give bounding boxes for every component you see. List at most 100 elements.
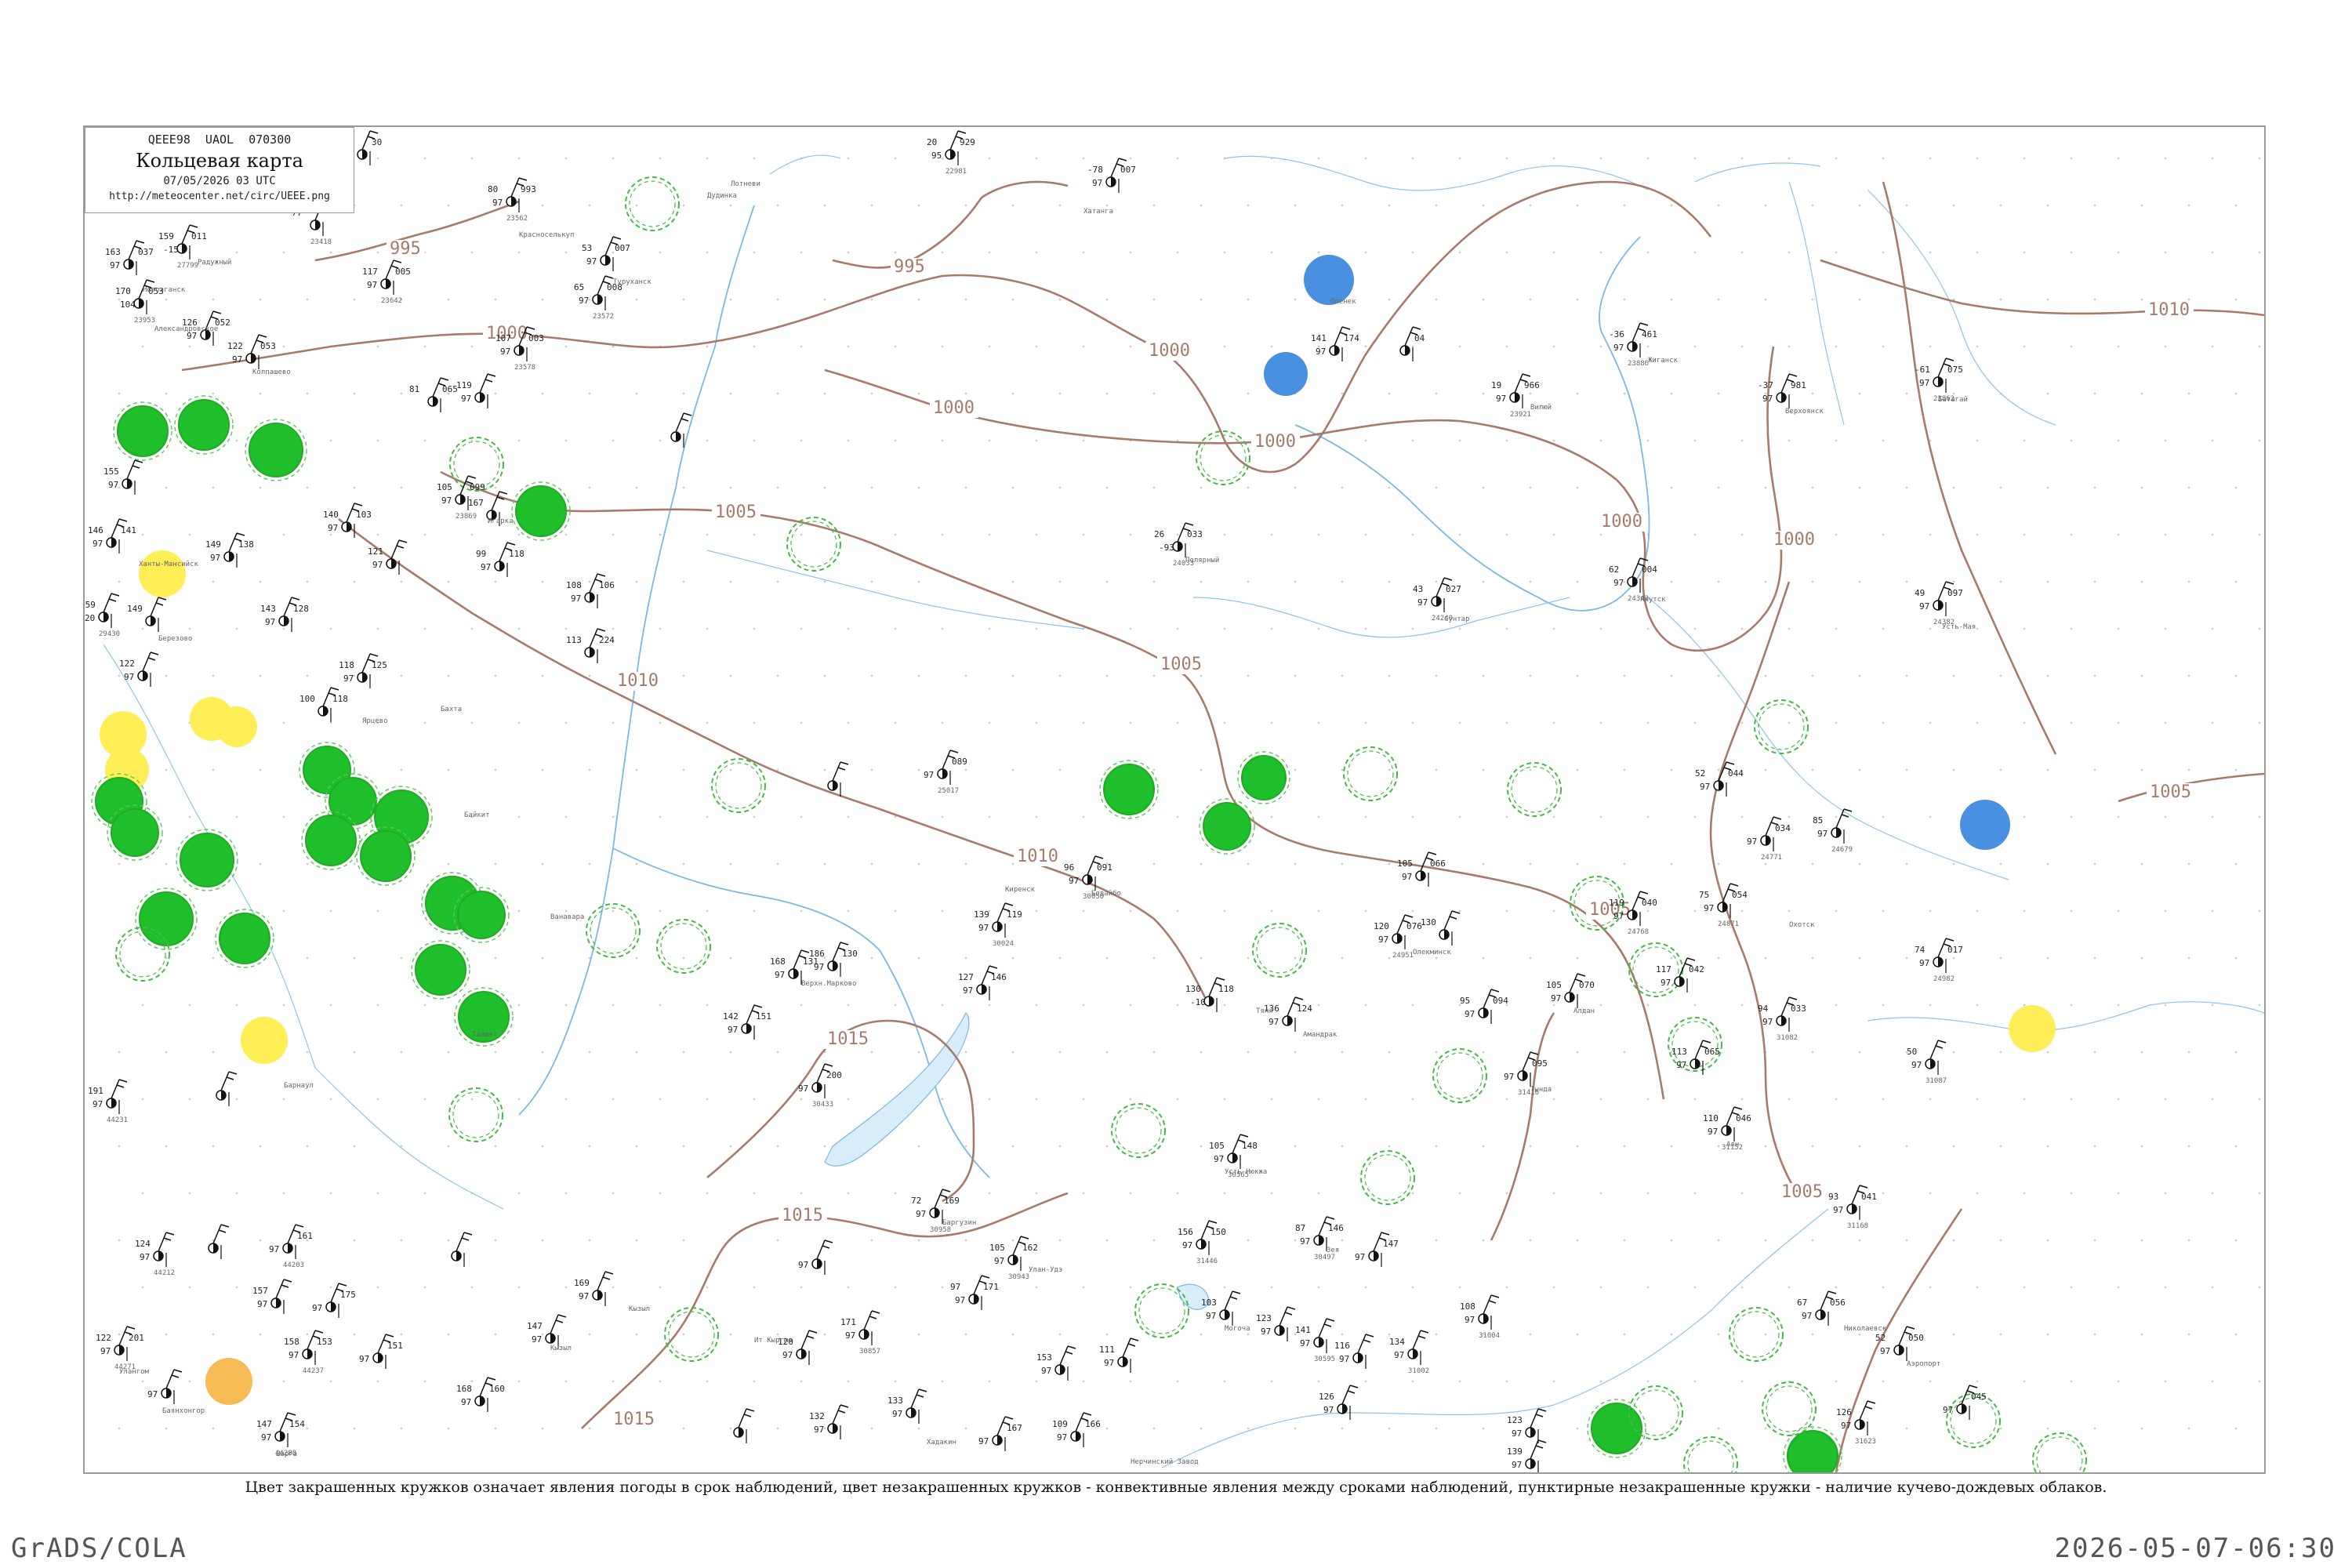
station-plot[interactable]: 105 1629730943 bbox=[989, 1236, 1038, 1281]
station-plot[interactable]: 13997 bbox=[1507, 1439, 1547, 1472]
station-plot[interactable]: 1419730595 bbox=[1295, 1318, 1335, 1363]
cb-cloud-ring[interactable] bbox=[656, 919, 711, 974]
station-plot[interactable]: 130 bbox=[1421, 910, 1461, 946]
rain-fill-circle[interactable] bbox=[1103, 764, 1155, 815]
station-plot[interactable]: 0349724771 bbox=[1747, 816, 1791, 862]
station-plot[interactable]: 93 0419731168 bbox=[1828, 1185, 1877, 1230]
station-plot[interactable]: 72 1699730958 bbox=[911, 1189, 960, 1234]
station-plot[interactable]: 509731087 bbox=[1907, 1040, 1947, 1085]
station-plot[interactable]: 15797 bbox=[252, 1279, 292, 1314]
station-plot[interactable]: 113 224 bbox=[566, 628, 615, 663]
station-plot[interactable]: 105 07097 bbox=[1546, 973, 1595, 1008]
station-plot[interactable]: 139 1199730024 bbox=[974, 902, 1022, 948]
station-plot[interactable]: 15197 bbox=[359, 1334, 403, 1369]
station-plot[interactable]: 1919744231 bbox=[88, 1079, 128, 1124]
cb-cloud-ring[interactable] bbox=[1111, 1103, 1166, 1158]
rain-fill-circle[interactable] bbox=[305, 815, 357, 866]
fog-fill-circle[interactable] bbox=[241, 1017, 288, 1064]
cb-cloud-ring[interactable] bbox=[711, 758, 766, 813]
station-plot[interactable]: 156 1509731446 bbox=[1178, 1220, 1226, 1265]
cb-cloud-ring[interactable] bbox=[664, 1307, 719, 1362]
rain-fill-circle[interactable] bbox=[1203, 802, 1251, 851]
station-plot[interactable]: 1249744212 bbox=[135, 1232, 175, 1277]
station-plot[interactable]: 13397 bbox=[887, 1388, 927, 1424]
cb-cloud-ring[interactable] bbox=[1729, 1307, 1784, 1362]
haze-fill-circle[interactable] bbox=[205, 1358, 252, 1405]
station-plot[interactable]: 04 bbox=[1399, 326, 1425, 361]
station-plot[interactable]: 1349731002 bbox=[1389, 1330, 1429, 1375]
station-plot[interactable]: 1592029430 bbox=[85, 593, 120, 638]
cb-cloud-ring[interactable] bbox=[1252, 923, 1307, 978]
station-plot[interactable]: 12697 bbox=[1319, 1385, 1359, 1420]
station-plot[interactable]: 163 03797 bbox=[105, 240, 154, 275]
cb-cloud-ring[interactable] bbox=[1946, 1393, 2001, 1448]
station-plot[interactable]: 11997 bbox=[456, 373, 496, 408]
rain-fill-circle[interactable] bbox=[178, 399, 230, 451]
station-plot[interactable]: 113 06597 bbox=[1671, 1040, 1720, 1075]
rain-fill-circle[interactable] bbox=[111, 808, 159, 857]
station-plot[interactable]: 141 17497 bbox=[1311, 326, 1359, 361]
station-plot[interactable]: 142 15197 bbox=[723, 1004, 771, 1040]
station-plot[interactable]: 15397 bbox=[1036, 1345, 1076, 1381]
station-plot[interactable]: 859724679 bbox=[1813, 808, 1853, 854]
station-plot[interactable]: 149 13897 bbox=[205, 532, 254, 568]
station-plot[interactable]: 95 09497 bbox=[1460, 989, 1508, 1024]
station-plot[interactable]: 158 1539744237 bbox=[284, 1330, 332, 1375]
station-plot[interactable] bbox=[827, 761, 849, 797]
station-plot[interactable]: 122 05397 bbox=[227, 334, 276, 369]
station-plot[interactable]: 97 bbox=[147, 1369, 183, 1404]
station-plot[interactable]: 2009730433 bbox=[798, 1063, 842, 1109]
station-plot[interactable] bbox=[208, 1224, 230, 1259]
station-plot[interactable] bbox=[216, 1071, 238, 1106]
fog-fill-circle[interactable] bbox=[2009, 1005, 2056, 1052]
station-plot[interactable]: 12297 bbox=[119, 652, 159, 687]
station-plot[interactable]: 16797 bbox=[978, 1416, 1022, 1451]
rain-fill-circle[interactable] bbox=[1787, 1430, 1838, 1472]
station-plot[interactable]: 12097 bbox=[778, 1330, 818, 1365]
station-plot[interactable]: 118 12597 bbox=[339, 653, 387, 688]
station-plot[interactable]: 117 0059723642 bbox=[362, 260, 411, 305]
station-plot[interactable]: 146 14197 bbox=[88, 518, 136, 554]
station-plot[interactable]: 108 10697 bbox=[566, 573, 615, 608]
station-plot[interactable]: 11197 bbox=[1099, 1338, 1139, 1373]
station-plot[interactable]: 53 00797 bbox=[582, 236, 630, 271]
station-plot[interactable] bbox=[733, 1408, 755, 1443]
station-plot[interactable]: 1089731004 bbox=[1460, 1294, 1500, 1340]
rain-fill-circle[interactable] bbox=[139, 891, 194, 946]
station-plot[interactable]: 12397 bbox=[1256, 1306, 1296, 1341]
station-plot[interactable]: 16997 bbox=[574, 1271, 614, 1306]
rain-fill-circle[interactable] bbox=[249, 423, 303, 477]
station-plot[interactable]: 1619744203 bbox=[269, 1224, 313, 1269]
station-plot[interactable]: 67 05697 bbox=[1797, 1290, 1846, 1326]
cb-cloud-ring[interactable] bbox=[2032, 1432, 2087, 1472]
station-plot[interactable]: 100 118 bbox=[299, 687, 348, 722]
station-plot[interactable]: 13297 bbox=[809, 1404, 849, 1439]
station-plot[interactable]: 15597 bbox=[103, 459, 143, 495]
station-plot[interactable]: 17597 bbox=[312, 1283, 356, 1318]
snow-fill-circle[interactable] bbox=[1960, 800, 2010, 850]
rain-fill-circle[interactable] bbox=[219, 913, 270, 964]
station-plot[interactable]: 143 12897 bbox=[260, 597, 309, 632]
station-plot[interactable]: 1269731623 bbox=[1836, 1400, 1876, 1446]
weather-map[interactable]: 9959951000100010001000100010001005100510… bbox=[85, 127, 2264, 1472]
station-plot[interactable]: 49 0979724382 bbox=[1915, 581, 1963, 626]
cb-cloud-ring[interactable] bbox=[1343, 746, 1398, 801]
station-plot[interactable]: -78 00797 bbox=[1087, 158, 1136, 193]
station-plot[interactable]: 97 17197 bbox=[950, 1275, 999, 1310]
cb-cloud-ring[interactable] bbox=[1432, 1048, 1487, 1103]
cb-cloud-ring[interactable] bbox=[448, 1087, 503, 1142]
station-plot[interactable]: 0899725017 bbox=[924, 750, 967, 795]
station-plot[interactable]: 74 0179724982 bbox=[1915, 938, 1963, 983]
station-plot[interactable]: 109 16697 bbox=[1052, 1412, 1101, 1447]
station-plot[interactable]: 12397 bbox=[1507, 1408, 1547, 1443]
rain-fill-circle[interactable] bbox=[515, 485, 567, 537]
cb-cloud-ring[interactable] bbox=[1360, 1150, 1415, 1205]
snow-fill-circle[interactable] bbox=[1264, 352, 1308, 396]
station-plot[interactable]: -37 98197 bbox=[1758, 373, 1806, 408]
station-plot[interactable]: 97 bbox=[798, 1240, 833, 1275]
cb-cloud-ring[interactable] bbox=[625, 176, 680, 231]
station-plot[interactable]: 122 2019744271 bbox=[96, 1326, 144, 1371]
cb-cloud-ring[interactable] bbox=[1507, 762, 1562, 817]
station-plot[interactable]: 168 16097 bbox=[456, 1377, 505, 1412]
map-url[interactable]: http://meteocenter.net/circ/UEEE.png bbox=[85, 191, 354, 202]
